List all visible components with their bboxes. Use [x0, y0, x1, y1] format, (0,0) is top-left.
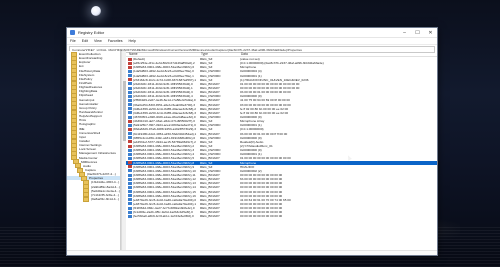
registry-editor-icon — [70, 30, 75, 35]
value-type: REG_BINARY — [200, 214, 220, 219]
values-pane: Name Type Data (Default) REG_SZ (value not… — [126, 51, 437, 251]
menu-file[interactable]: File — [70, 39, 76, 43]
binary-value-icon — [128, 74, 132, 78]
binary-value-icon — [128, 152, 132, 156]
string-value-icon — [128, 161, 132, 165]
column-header-type[interactable]: Type — [201, 52, 241, 56]
string-value-icon — [128, 140, 132, 144]
binary-value-icon — [128, 86, 132, 90]
menu-help[interactable]: Help — [129, 39, 136, 43]
binary-value-icon — [128, 210, 132, 214]
title-bar[interactable]: Registry Editor – ☐ ✕ — [67, 28, 437, 38]
string-value-icon — [128, 165, 132, 169]
value-data: 00 00 00 00 00 00 00 00 00 00 — [240, 214, 283, 219]
menu-favorites[interactable]: Favorites — [108, 39, 123, 43]
tree-item[interactable]: {9e8a2f4c-3b1d-4...} — [67, 196, 120, 202]
string-value-icon — [128, 65, 132, 69]
string-value-icon — [128, 78, 132, 82]
values-list: (Default) REG_SZ (value not set) {a45c254e-… — [126, 57, 437, 251]
binary-value-icon — [128, 148, 132, 152]
menu-bar: File Edit View Favorites Help — [67, 38, 437, 45]
binary-value-icon — [128, 136, 132, 140]
binary-value-icon — [128, 173, 132, 177]
minimize-button[interactable]: – — [398, 28, 411, 37]
binary-value-icon — [128, 185, 132, 189]
value-name: {fec5bba0-a6b9-4c3f-ab1c-1a7d3e6e0f02},0 — [133, 214, 194, 219]
binary-value-icon — [128, 198, 132, 202]
key-tree[interactable]: EventCollection EventForwarding Explorer Ex… — [67, 51, 121, 251]
binary-value-icon — [128, 194, 132, 198]
maximize-button[interactable]: ☐ — [411, 28, 424, 37]
binary-value-icon — [128, 169, 132, 173]
binary-value-icon — [128, 132, 132, 136]
binary-value-icon — [128, 206, 132, 210]
binary-value-icon — [128, 111, 132, 115]
column-header-name[interactable]: Name — [126, 52, 201, 56]
menu-edit[interactable]: Edit — [82, 39, 88, 43]
binary-value-icon — [128, 115, 132, 119]
binary-value-icon — [128, 123, 132, 127]
binary-value-icon — [128, 82, 132, 86]
string-value-icon — [128, 61, 132, 65]
tree-scroll-thumb[interactable] — [122, 81, 126, 141]
string-value-icon — [128, 57, 132, 61]
binary-value-icon — [128, 98, 132, 102]
value-row[interactable]: {fec5bba0-a6b9-4c3f-ab1c-1a7d3e6e0f02},0… — [126, 214, 437, 218]
binary-value-icon — [128, 202, 132, 206]
binary-value-icon — [128, 190, 132, 194]
menu-view[interactable]: View — [94, 39, 102, 43]
binary-value-icon — [128, 181, 132, 185]
close-button[interactable]: ✕ — [424, 28, 437, 37]
binary-value-icon — [128, 156, 132, 160]
status-bar — [67, 250, 437, 255]
binary-value-icon — [128, 90, 132, 94]
window-title: Registry Editor — [78, 30, 105, 35]
folder-icon — [83, 196, 89, 202]
binary-value-icon — [128, 107, 132, 111]
column-header-data[interactable]: Data — [241, 52, 437, 56]
string-value-icon — [128, 144, 132, 148]
value-name-cell: {fec5bba0-a6b9-4c3f-ab1c-1a7d3e6e0f02},0 — [126, 214, 200, 218]
registry-editor-window: Registry Editor – ☐ ✕ File Edit View Fav… — [66, 27, 438, 256]
binary-value-icon — [128, 69, 132, 73]
binary-value-icon — [128, 214, 132, 218]
moon — [91, 6, 101, 16]
binary-value-icon — [128, 103, 132, 107]
string-value-icon — [128, 119, 132, 123]
binary-value-icon — [128, 94, 132, 98]
binary-value-icon — [128, 177, 132, 181]
tree-item-label: {9e8a2f4c-3b1d-4...} — [91, 196, 120, 201]
tree-scrollbar[interactable] — [121, 51, 126, 251]
string-value-icon — [128, 127, 132, 131]
